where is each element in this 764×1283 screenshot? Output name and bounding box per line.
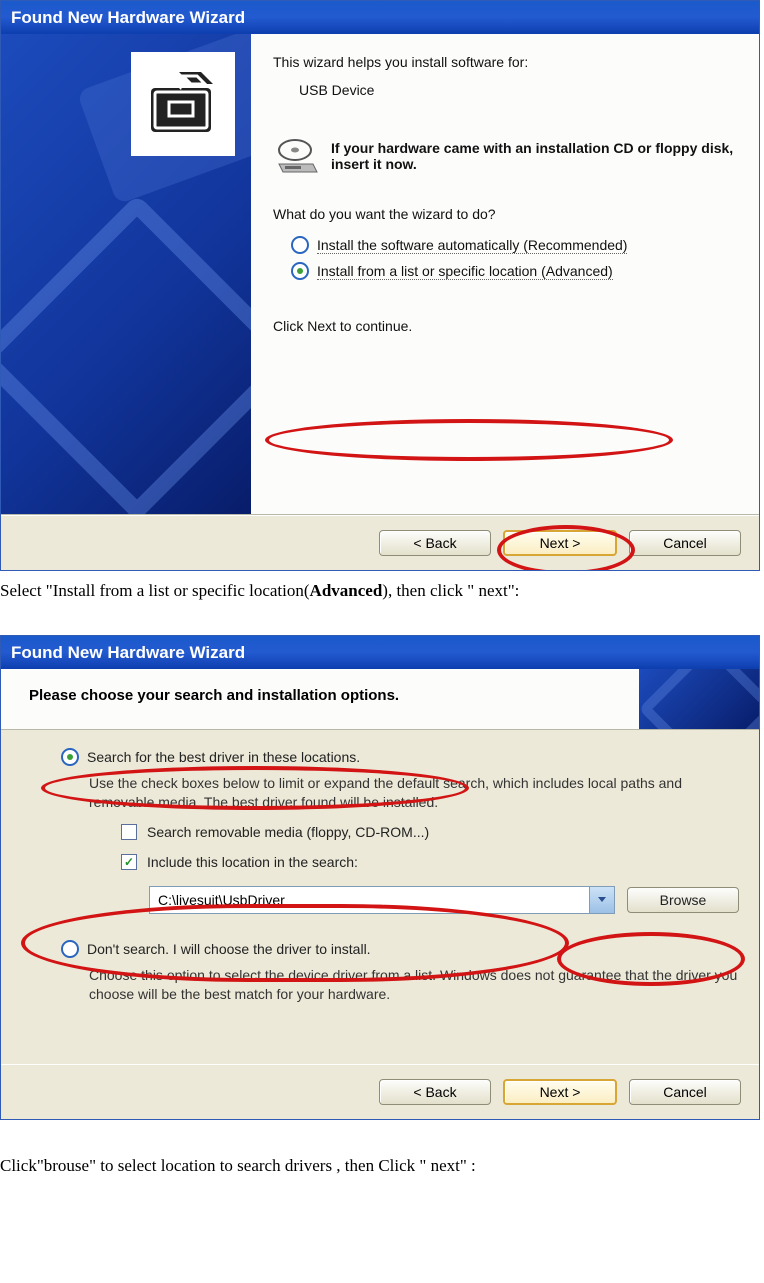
wizard-dialog-2: Found New Hardware Wizard Please choose … <box>0 635 760 1120</box>
cancel-button[interactable]: Cancel <box>629 1079 741 1105</box>
radio-install-advanced[interactable]: Install from a list or specific location… <box>273 260 737 282</box>
dont-subtext: Choose this option to select the device … <box>41 964 739 1014</box>
header-graphic <box>639 669 759 729</box>
device-name: USB Device <box>273 82 737 98</box>
radio-label: Don't search. I will choose the driver t… <box>87 941 371 957</box>
back-button[interactable]: < Back <box>379 530 491 556</box>
radio-dont-search[interactable]: Don't search. I will choose the driver t… <box>41 938 739 960</box>
button-bar: < Back Next > Cancel <box>1 1064 759 1119</box>
button-bar: < Back Next > Cancel <box>1 515 759 570</box>
titlebar: Found New Hardware Wizard <box>1 636 759 669</box>
wizard-dialog-1: Found New Hardware Wizard <box>0 0 760 571</box>
radio-icon <box>61 940 79 958</box>
cancel-button[interactable]: Cancel <box>629 530 741 556</box>
radio-label: Search for the best driver in these loca… <box>87 749 360 765</box>
dropdown-button[interactable] <box>589 887 614 913</box>
page-heading: Please choose your search and installati… <box>1 669 639 724</box>
location-path-input[interactable] <box>150 892 589 908</box>
side-graphic-panel <box>1 34 251 514</box>
location-path-combo[interactable] <box>149 886 615 914</box>
radio-icon <box>291 262 309 280</box>
body-panel: Search for the best driver in these loca… <box>1 730 759 1064</box>
caption-2: Click"brouse" to select location to sear… <box>0 1152 764 1184</box>
next-button[interactable]: Next > <box>503 1079 617 1105</box>
cd-floppy-icon <box>273 136 321 176</box>
checkbox-icon <box>121 854 137 870</box>
search-subtext: Use the check boxes below to limit or ex… <box>41 772 739 822</box>
window-title: Found New Hardware Wizard <box>11 8 245 28</box>
titlebar: Found New Hardware Wizard <box>1 1 759 34</box>
back-button[interactable]: < Back <box>379 1079 491 1105</box>
insert-cd-text: If your hardware came with an installati… <box>331 140 737 172</box>
checkbox-label: Include this location in the search: <box>147 854 358 870</box>
intro-text: This wizard helps you install software f… <box>273 54 737 70</box>
radio-icon <box>291 236 309 254</box>
radio-icon <box>61 748 79 766</box>
checkbox-label: Search removable media (floppy, CD-ROM..… <box>147 824 429 840</box>
checkbox-include-location[interactable]: Include this location in the search: <box>41 852 739 874</box>
browse-button[interactable]: Browse <box>627 887 739 913</box>
wizard-question: What do you want the wizard to do? <box>273 206 737 222</box>
radio-search-best[interactable]: Search for the best driver in these loca… <box>41 746 739 768</box>
checkbox-icon <box>121 824 137 840</box>
header-bar: Please choose your search and installati… <box>1 669 759 730</box>
install-box-icon <box>131 52 235 156</box>
radio-label: Install from a list or specific location… <box>317 263 613 280</box>
checkbox-removable-media[interactable]: Search removable media (floppy, CD-ROM..… <box>41 822 739 844</box>
window-title: Found New Hardware Wizard <box>11 643 245 663</box>
radio-install-auto[interactable]: Install the software automatically (Reco… <box>273 234 737 256</box>
content-panel: This wizard helps you install software f… <box>251 34 759 514</box>
next-button[interactable]: Next > <box>503 530 617 556</box>
click-next-text: Click Next to continue. <box>273 318 737 334</box>
caption-1: Select "Install from a list or specific … <box>0 577 764 609</box>
radio-label: Install the software automatically (Reco… <box>317 237 627 254</box>
